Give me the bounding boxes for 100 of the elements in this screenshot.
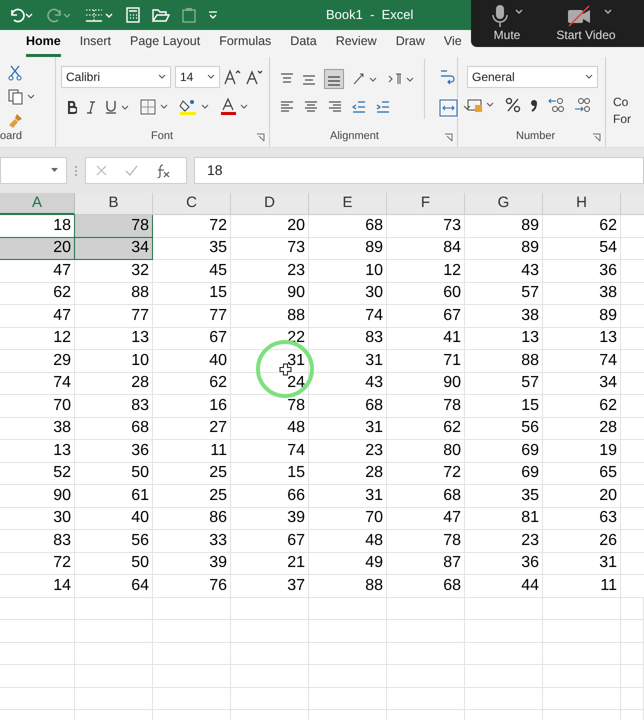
table-cell: 66 xyxy=(231,485,309,508)
table-cell: 18 xyxy=(0,215,75,238)
table-cell: 30 xyxy=(0,508,75,530)
align-bottom-icon[interactable] xyxy=(324,69,344,89)
table-cell: 28 xyxy=(75,372,153,395)
insert-function-icon[interactable] xyxy=(156,164,170,178)
table-cell: 12 xyxy=(0,328,75,350)
table-cell: 68 xyxy=(387,575,465,598)
checkmark-icon[interactable] xyxy=(125,165,138,176)
column-header[interactable]: A xyxy=(0,193,75,215)
wrap-text-icon[interactable] xyxy=(439,69,457,87)
table-cell: 33 xyxy=(153,530,231,552)
table-cell: 73 xyxy=(231,238,309,260)
table-cell: 68 xyxy=(309,395,387,418)
column-header[interactable]: B xyxy=(75,193,153,215)
table-cell: 56 xyxy=(465,418,543,440)
increase-indent-icon[interactable] xyxy=(376,101,390,113)
table-cell: 32 xyxy=(75,260,153,282)
table-cell: 62 xyxy=(543,215,621,238)
align-right-icon[interactable] xyxy=(328,101,342,113)
table-cell: 62 xyxy=(153,372,231,395)
table-cell: 10 xyxy=(75,350,153,372)
align-center-icon[interactable] xyxy=(304,101,318,113)
table-cell: 60 xyxy=(387,282,465,305)
table-cell: 57 xyxy=(465,282,543,305)
column-header[interactable]: E xyxy=(309,193,387,215)
undo-icon[interactable] xyxy=(8,7,34,23)
ribbon-tab[interactable]: Vie xyxy=(444,32,462,57)
dialog-launcher-icon[interactable] xyxy=(444,133,453,142)
drag-handle-icon[interactable] xyxy=(74,166,78,176)
increase-decimal-icon[interactable] xyxy=(547,97,565,113)
ribbon-tab[interactable]: Review xyxy=(336,32,377,57)
table-cell: 15 xyxy=(231,462,309,485)
table-cell: 90 xyxy=(0,485,75,508)
percent-icon[interactable] xyxy=(505,97,521,113)
bold-icon[interactable] xyxy=(67,100,77,114)
font-color-icon[interactable] xyxy=(220,98,250,116)
table-cell: 65 xyxy=(543,462,621,485)
chevron-down-icon xyxy=(51,168,58,173)
column-header[interactable]: D xyxy=(231,193,309,215)
table-cell: 54 xyxy=(543,238,621,260)
align-middle-icon[interactable] xyxy=(302,73,316,85)
table-cell: 49 xyxy=(309,552,387,575)
table-cell: 68 xyxy=(387,485,465,508)
decrease-decimal-icon[interactable] xyxy=(573,97,591,113)
table-cell: 19 xyxy=(543,440,621,462)
comma-style-icon[interactable] xyxy=(529,97,539,113)
table-cell: 21 xyxy=(231,552,309,575)
increase-font-size-icon[interactable] xyxy=(224,69,242,85)
dialog-launcher-icon[interactable] xyxy=(256,133,265,142)
align-top-icon[interactable] xyxy=(280,73,294,85)
ribbon-tab[interactable]: Insert xyxy=(80,32,111,57)
customize-dropdown-icon[interactable] xyxy=(208,10,218,20)
merge-cells-icon[interactable] xyxy=(439,99,473,117)
ribbon-tab[interactable]: Page Layout xyxy=(130,32,200,57)
empty-cell xyxy=(621,642,644,665)
number-format-dropdown[interactable]: General xyxy=(467,66,598,88)
paragraph-direction-icon[interactable] xyxy=(388,72,416,86)
fill-color-icon[interactable] xyxy=(179,98,211,116)
column-header[interactable]: F xyxy=(387,193,465,215)
calculator-icon[interactable] xyxy=(126,7,140,23)
decrease-font-size-icon[interactable] xyxy=(246,69,264,85)
scissors-icon[interactable] xyxy=(8,65,22,81)
table-cell: 15 xyxy=(153,282,231,305)
italic-icon[interactable] xyxy=(86,100,96,114)
underline-icon[interactable] xyxy=(105,100,131,114)
column-header[interactable]: G xyxy=(465,193,543,215)
table-cell: 71 xyxy=(387,350,465,372)
table-cell: 31 xyxy=(543,552,621,575)
column-header[interactable]: H xyxy=(543,193,621,215)
table-cell: 34 xyxy=(543,372,621,395)
table-cell: 47 xyxy=(0,260,75,282)
column-header[interactable]: C xyxy=(153,193,231,215)
table-cell: 68 xyxy=(75,418,153,440)
font-name-dropdown[interactable]: Calibri xyxy=(61,66,171,88)
ribbon-tab[interactable]: Formulas xyxy=(219,32,272,57)
table-cell: 87 xyxy=(387,552,465,575)
start-video-button[interactable]: Start Video xyxy=(555,4,617,42)
table-cell: 38 xyxy=(465,305,543,328)
conditional-formatting-button[interactable]: Co For xyxy=(606,57,631,147)
borders-icon[interactable] xyxy=(140,99,170,115)
mute-button[interactable]: Mute xyxy=(487,4,527,42)
paintbrush-icon[interactable] xyxy=(8,113,24,129)
clipboard-icon[interactable] xyxy=(182,7,196,23)
folder-icon[interactable] xyxy=(152,8,170,22)
table-cell: 78 xyxy=(75,215,153,238)
ribbon-tab[interactable]: Data xyxy=(290,32,317,57)
table-cell: 67 xyxy=(387,305,465,328)
table-cell: 77 xyxy=(75,305,153,328)
font-size-dropdown[interactable]: 14 xyxy=(175,66,220,88)
table-cell: 16 xyxy=(153,395,231,418)
dialog-launcher-icon[interactable] xyxy=(592,133,601,142)
formula-input-field[interactable]: 18 xyxy=(194,157,644,184)
table-cell: 74 xyxy=(543,350,621,372)
align-left-icon[interactable] xyxy=(280,101,294,113)
decrease-indent-icon[interactable] xyxy=(352,101,366,113)
borders-icon[interactable] xyxy=(84,7,114,23)
table-cell: 10 xyxy=(309,260,387,282)
ribbon-tab[interactable]: Draw xyxy=(396,32,425,57)
table-cell: 90 xyxy=(387,372,465,395)
